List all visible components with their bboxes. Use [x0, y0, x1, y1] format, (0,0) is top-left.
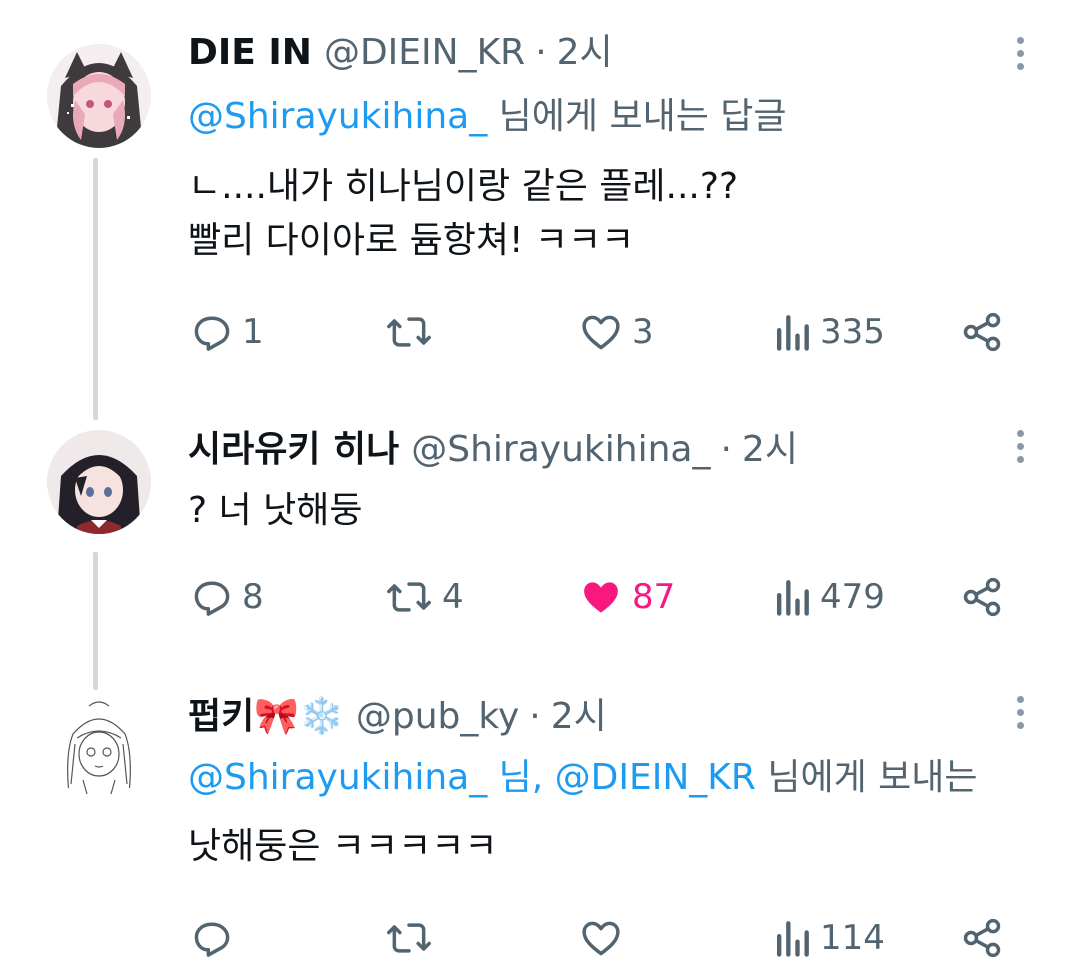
- retweet-button[interactable]: [384, 913, 442, 963]
- tweet-text: ? 너 낫해둥: [188, 484, 362, 538]
- separator-dot: ·: [529, 696, 541, 737]
- display-name[interactable]: 펍키🎀❄️: [188, 695, 344, 739]
- user-handle[interactable]: @pub_ky: [356, 695, 519, 739]
- tweet-text: 낫해둥은 ㅋㅋㅋㅋㅋ: [188, 820, 498, 874]
- share-button[interactable]: [960, 572, 1004, 622]
- retweet-count: 4: [442, 577, 464, 617]
- user-handle[interactable]: @Shirayukihina_: [411, 428, 710, 472]
- retweet-icon: [387, 582, 431, 612]
- tweet-text-line: 낫해둥은 ㅋㅋㅋㅋㅋ: [188, 826, 498, 867]
- reply-icon: [194, 922, 230, 957]
- views-icon: [776, 580, 809, 616]
- tweet-pubky[interactable]: 펍키🎀❄️ @pub_ky · 2시 @Shirayukihina_ 님, @D…: [0, 0, 1080, 958]
- reply-count: 8: [242, 577, 264, 617]
- views-button[interactable]: 479: [772, 572, 885, 622]
- separator-dot: ·: [720, 429, 732, 470]
- tweet-header: 시라유키 히나 @Shirayukihina_ · 2시: [188, 428, 798, 472]
- reply-context: @Shirayukihina_ 님, @DIEIN_KR 님에게 보내는: [188, 756, 978, 800]
- mention-link[interactable]: @DIEIN_KR: [555, 757, 756, 798]
- like-icon-filled: [584, 582, 618, 613]
- mention-link[interactable]: @Shirayukihina_: [188, 757, 487, 798]
- tweet-text-line: ? 너 낫해둥: [188, 490, 363, 531]
- action-bar: 114: [0, 913, 1080, 963]
- more-icon[interactable]: [1006, 424, 1034, 468]
- more-icon[interactable]: [1006, 690, 1034, 734]
- views-icon: [776, 921, 809, 957]
- reply-button[interactable]: [190, 913, 242, 963]
- like-button[interactable]: 87: [578, 572, 675, 622]
- timestamp[interactable]: 2시: [742, 428, 798, 472]
- reply-icon: [194, 581, 230, 616]
- views-button[interactable]: 114: [772, 913, 885, 963]
- avatar[interactable]: [47, 430, 151, 534]
- share-icon: [963, 577, 1001, 617]
- avatar[interactable]: [47, 694, 151, 798]
- tweet-header: 펍키🎀❄️ @pub_ky · 2시: [188, 695, 607, 739]
- views-count: 479: [820, 577, 885, 617]
- share-icon: [963, 918, 1001, 958]
- like-button[interactable]: [578, 913, 632, 963]
- reply-context-suffix: 님에게 보내는: [755, 757, 978, 798]
- reply-button[interactable]: 8: [190, 572, 264, 622]
- timestamp[interactable]: 2시: [551, 695, 607, 739]
- like-icon: [582, 921, 620, 956]
- retweet-button[interactable]: 4: [384, 572, 464, 622]
- display-name[interactable]: 시라유키 히나: [188, 428, 399, 472]
- views-count: 114: [820, 918, 885, 958]
- share-button[interactable]: [960, 913, 1004, 963]
- reply-separator: 님,: [487, 757, 555, 798]
- action-bar: 8 4 87 479: [0, 572, 1080, 622]
- retweet-icon: [387, 923, 431, 953]
- like-count: 87: [632, 577, 676, 617]
